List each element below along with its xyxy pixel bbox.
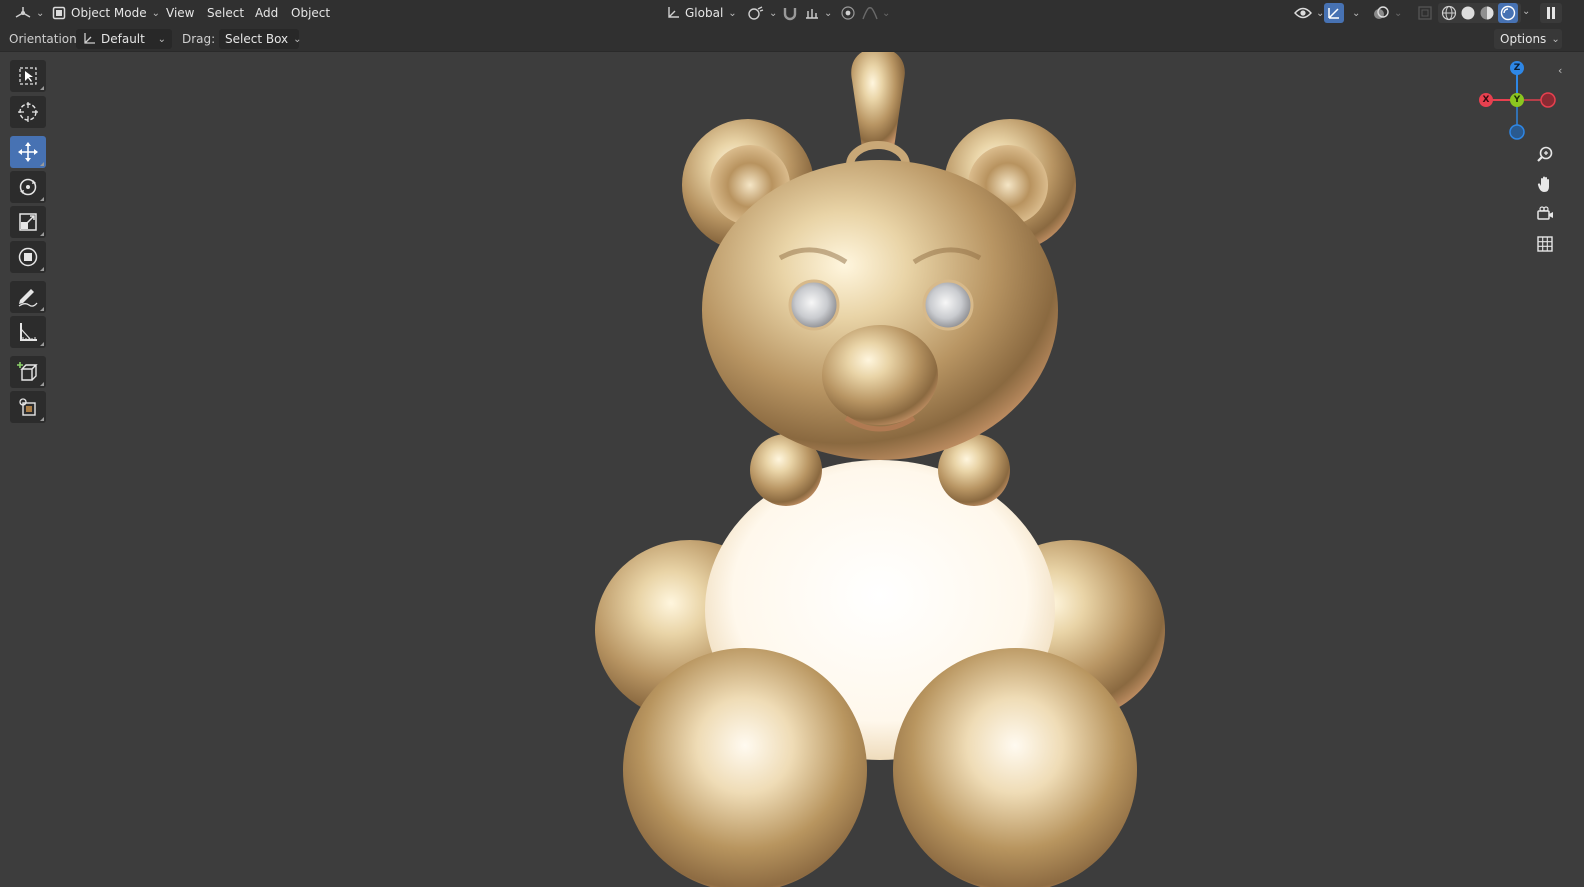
overlay-dropdown[interactable]: ⌄	[1368, 3, 1406, 23]
3d-viewport-icon	[14, 5, 32, 21]
transform-orientation-dropdown[interactable]: Global ⌄	[660, 3, 743, 23]
camera-view-icon	[1536, 205, 1554, 223]
options-label: Options	[1500, 32, 1547, 46]
xray-toggle[interactable]	[1413, 3, 1437, 23]
zoom-icon	[1536, 145, 1554, 163]
move-tool[interactable]	[10, 136, 46, 168]
sidebar-collapse-icon[interactable]: ‹	[1558, 64, 1562, 77]
rendered-object-teddy-bear[interactable]	[0, 52, 1584, 887]
drag-label: Drag:	[182, 32, 216, 46]
gizmo-y-axis[interactable]: Y	[1510, 93, 1524, 107]
measure-tool[interactable]	[10, 316, 46, 348]
mode-dropdown[interactable]: Object Mode ⌄	[46, 3, 166, 23]
object-mode-icon	[52, 6, 66, 20]
pivot-point-dropdown[interactable]: ⌄	[743, 3, 781, 23]
annotate-pencil-icon	[17, 286, 39, 308]
proportional-edit-toggle[interactable]	[836, 3, 860, 23]
options-dropdown[interactable]: Options ⌄	[1494, 29, 1562, 49]
overlay-icon	[1372, 5, 1390, 21]
menu-select[interactable]: Select	[201, 3, 250, 23]
pivot-point-icon	[747, 5, 765, 21]
pan-button[interactable]	[1532, 171, 1558, 197]
chevron-down-icon: ⌄	[728, 7, 737, 19]
select-box-icon	[18, 66, 38, 86]
chevron-down-icon: ⌄	[293, 33, 302, 45]
global-orientation-icon	[666, 6, 680, 20]
chevron-down-icon[interactable]: ⌄	[1522, 6, 1530, 17]
scale-icon	[18, 212, 38, 232]
rotate-icon	[17, 176, 39, 198]
chevron-down-icon: ⌄	[824, 7, 833, 19]
select-box-tool[interactable]	[10, 60, 46, 92]
gizmo-icon	[1324, 3, 1344, 23]
measure-ruler-icon	[17, 321, 39, 343]
gizmo-x-axis[interactable]: X	[1479, 93, 1493, 107]
transform-orientation-label: Global	[685, 6, 724, 20]
chevron-down-icon: ⌄	[1394, 7, 1403, 19]
rotate-tool[interactable]	[10, 171, 46, 203]
snap-toggle[interactable]	[778, 3, 802, 23]
menu-add[interactable]: Add	[249, 3, 284, 23]
drag-value: Select Box	[225, 32, 289, 46]
wireframe-shading-icon[interactable]	[1441, 5, 1457, 21]
snap-increment-icon	[804, 5, 820, 21]
cursor-tool[interactable]	[10, 96, 46, 128]
material-shading-icon[interactable]	[1479, 5, 1495, 21]
snap-target-dropdown[interactable]: ⌄	[800, 3, 836, 23]
grid-view-icon	[1536, 235, 1554, 253]
viewport-header: ⌄ Object Mode ⌄ View Select Add Object G…	[0, 0, 1584, 26]
editor-type-button[interactable]: ⌄	[10, 3, 48, 23]
shading-mode-group	[1438, 3, 1521, 23]
origin-transform-icon	[17, 396, 39, 418]
visibility-dropdown[interactable]: ⌄	[1290, 3, 1328, 23]
toggle-ortho-button[interactable]	[1532, 231, 1558, 257]
chevron-down-icon: ⌄	[1551, 33, 1560, 45]
cursor-icon	[17, 101, 39, 123]
chevron-down-icon: ⌄	[1352, 7, 1361, 19]
add-cube-tool[interactable]	[10, 356, 46, 388]
gizmo-z-axis[interactable]: Z	[1510, 61, 1524, 75]
transform-tool[interactable]	[10, 241, 46, 273]
transform-icon	[17, 246, 39, 268]
mode-label: Object Mode	[71, 6, 147, 20]
pause-render-button[interactable]	[1540, 3, 1562, 23]
annotate-tool[interactable]	[10, 281, 46, 313]
tool-settings-bar: Orientation: Default ⌄ Drag: Select Box …	[0, 26, 1584, 52]
chevron-down-icon: ⌄	[157, 33, 166, 45]
navigation-gizmo[interactable]: Z X Y	[1470, 60, 1564, 154]
solid-shading-icon[interactable]	[1460, 5, 1476, 21]
menu-view[interactable]: View	[160, 3, 200, 23]
zoom-button[interactable]	[1532, 141, 1558, 167]
add-cube-icon	[17, 361, 39, 383]
3d-viewport[interactable]: Z X Y ‹	[0, 52, 1584, 887]
gizmo-toggle[interactable]: ⌄	[1324, 3, 1360, 23]
chevron-down-icon: ⌄	[882, 7, 891, 19]
camera-view-button[interactable]	[1532, 201, 1558, 227]
chevron-down-icon: ⌄	[36, 7, 45, 19]
falloff-dropdown[interactable]: ⌄	[858, 3, 894, 23]
menu-object[interactable]: Object	[285, 3, 336, 23]
scale-tool[interactable]	[10, 206, 46, 238]
orientation-value: Default	[101, 32, 145, 46]
chevron-down-icon: ⌄	[769, 7, 778, 19]
move-icon	[17, 141, 39, 163]
orientation-icon	[82, 32, 96, 46]
visibility-icon	[1294, 6, 1312, 20]
magnet-icon	[782, 5, 798, 21]
transform-origin-tool[interactable]	[10, 391, 46, 423]
drag-dropdown[interactable]: Select Box ⌄	[219, 29, 302, 49]
rendered-shading-icon[interactable]	[1498, 3, 1518, 23]
proportional-edit-icon	[840, 5, 856, 21]
xray-icon	[1417, 5, 1433, 21]
pause-icon	[1545, 6, 1557, 20]
orientation-label: Orientation:	[9, 32, 81, 46]
pan-hand-icon	[1536, 175, 1554, 193]
chevron-down-icon: ⌄	[151, 7, 160, 19]
falloff-curve-icon	[862, 5, 878, 21]
orientation-dropdown[interactable]: Default ⌄	[76, 29, 172, 49]
